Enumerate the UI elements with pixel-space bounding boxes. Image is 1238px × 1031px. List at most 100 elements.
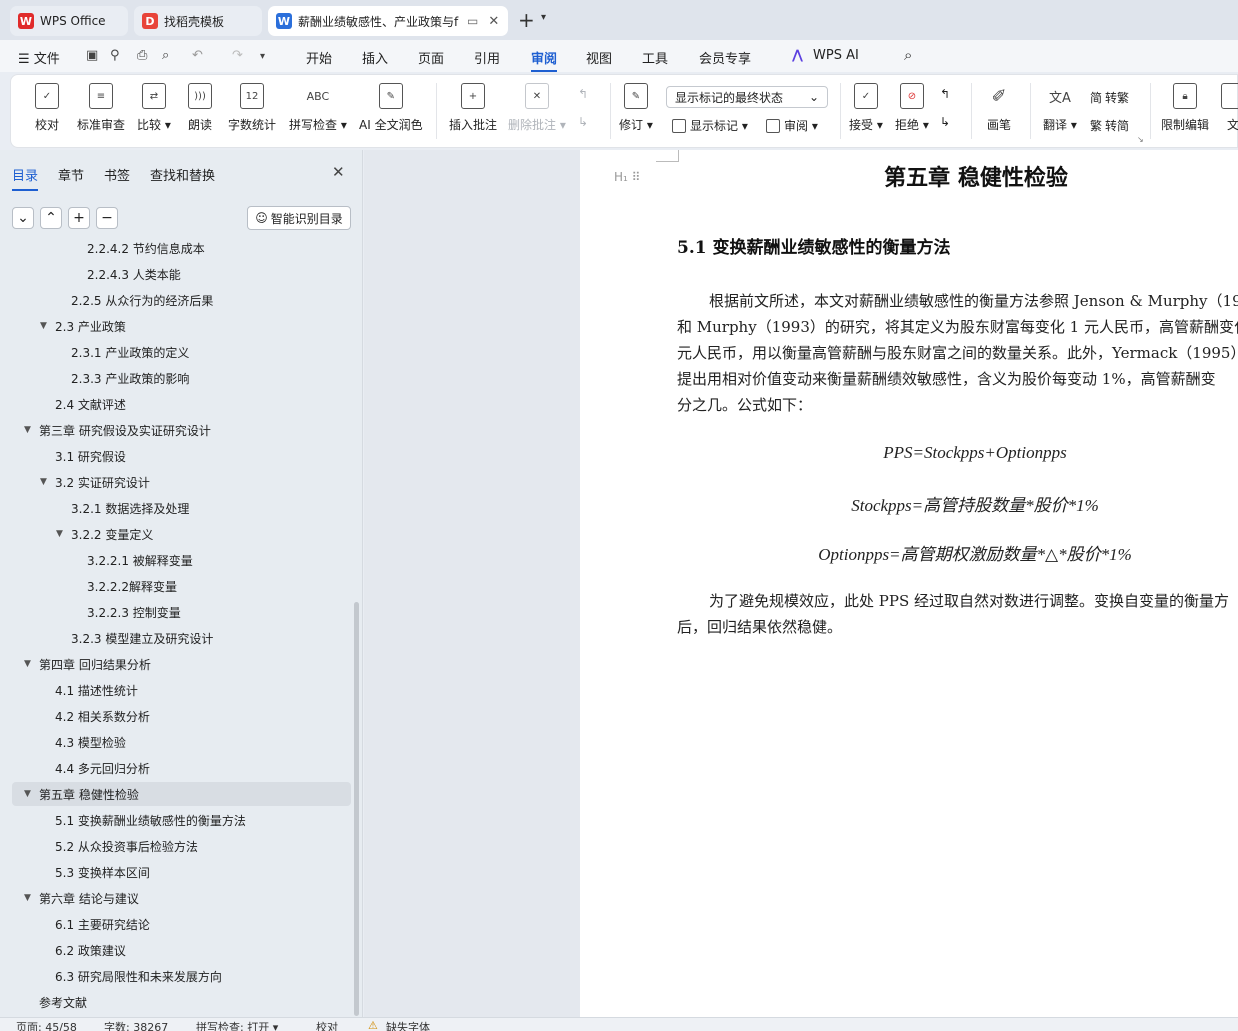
chevron-down-icon[interactable]: ▾ <box>541 12 546 23</box>
to-simplified-button[interactable]: 繁转简 <box>1090 117 1129 134</box>
tab-find-replace[interactable]: 查找和替换 <box>150 165 215 184</box>
next-comment-icon[interactable]: ↳ <box>578 115 588 129</box>
word-count-button[interactable]: 12 字数统计 <box>228 83 276 133</box>
expand-triangle-icon[interactable]: ▼ <box>40 321 47 331</box>
toc-item[interactable]: 6.2 政策建议 <box>0 938 350 962</box>
toc-item[interactable]: ▼ 第四章 回归结果分析 <box>0 652 350 676</box>
toc-item[interactable]: ▼ 第三章 研究假设及实证研究设计 <box>0 418 350 442</box>
close-icon[interactable]: ✕ <box>488 14 499 29</box>
menu-view[interactable]: 视图 <box>586 48 612 67</box>
toc-item[interactable]: ▼ 2.3 产业政策 <box>0 314 350 338</box>
word-count-indicator[interactable]: 字数: 38267 <box>104 1019 168 1031</box>
toc-item[interactable]: 4.4 多元回归分析 <box>0 756 350 780</box>
toc-item[interactable]: 4.2 相关系数分析 <box>0 704 350 728</box>
expand-triangle-icon[interactable]: ▼ <box>24 893 31 903</box>
toc-item[interactable]: 3.2.2.1 被解释变量 <box>0 548 350 572</box>
prev-comment-icon[interactable]: ↰ <box>578 87 588 101</box>
toc-item[interactable]: 3.2.2.3 控制变量 <box>0 600 350 624</box>
pen-button[interactable]: ✐ 画笔 <box>987 83 1011 133</box>
read-aloud-button[interactable]: ))) 朗读 <box>188 83 212 133</box>
toc-item[interactable]: 2.3.3 产业政策的影响 <box>0 366 350 390</box>
add-heading-button[interactable]: + <box>68 207 90 229</box>
menu-page[interactable]: 页面 <box>418 48 444 67</box>
spell-check-indicator[interactable]: 拼写检查: 打开 ▾ <box>196 1019 278 1031</box>
restrict-edit-button[interactable]: 🔒︎ 限制编辑 <box>1161 83 1209 133</box>
toc-item[interactable]: 4.1 描述性统计 <box>0 678 350 702</box>
accept-button[interactable]: ✓ 接受 ▾ <box>849 83 883 133</box>
toc-item[interactable]: 2.2.4.2 节约信息成本 <box>0 236 350 260</box>
expand-triangle-icon[interactable]: ▼ <box>24 659 31 669</box>
menu-reference[interactable]: 引用 <box>474 48 500 67</box>
expand-icon[interactable]: ↘ <box>1137 135 1144 144</box>
toc-item[interactable]: 3.2.1 数据选择及处理 <box>0 496 350 520</box>
screen-icon[interactable]: ▭ <box>467 14 478 28</box>
wps-ai-menu[interactable]: WPS AI <box>813 48 859 63</box>
menu-start[interactable]: 开始 <box>306 48 332 67</box>
to-traditional-button[interactable]: 简转繁 <box>1090 89 1129 106</box>
chevron-down-icon[interactable]: ▾ <box>260 51 265 62</box>
expand-all-button[interactable]: ⌄ <box>12 207 34 229</box>
page-indicator[interactable]: 页面: 45/58 <box>16 1019 77 1031</box>
toc-item[interactable]: ▼ 3.2 实证研究设计 <box>0 470 350 494</box>
toc-item[interactable]: 参考文献 <box>0 990 350 1014</box>
menu-insert[interactable]: 插入 <box>362 48 388 67</box>
collapse-button[interactable]: ⌃ <box>40 207 62 229</box>
toc-item[interactable]: ▼ 3.2.2 变量定义 <box>0 522 350 546</box>
ai-polish-button[interactable]: ✎ AI 全文润色 <box>359 83 423 133</box>
doc-more-button[interactable]: 文 <box>1221 83 1238 133</box>
print-preview-icon[interactable]: ⌕ <box>162 48 169 63</box>
show-markup-button[interactable]: 显示标记 ▾ <box>672 117 748 134</box>
toc-item[interactable]: ▼ 第五章 稳健性检验 <box>12 782 351 806</box>
undo-icon[interactable]: ↶ <box>192 48 203 63</box>
tab-docer[interactable]: D 找稻壳模板 <box>134 6 262 36</box>
document-page[interactable] <box>580 150 1238 1017</box>
share-icon[interactable]: ⚲ <box>110 48 120 63</box>
delete-comment-button[interactable]: ✕ 删除批注 ▾ <box>508 83 566 133</box>
remove-heading-button[interactable]: − <box>96 207 118 229</box>
toc-item[interactable]: 5.2 从众投资事后检验方法 <box>0 834 350 858</box>
expand-triangle-icon[interactable]: ▼ <box>24 789 31 799</box>
tab-document[interactable]: W 薪酬业绩敏感性、产业政策与f ▭ ✕ <box>268 6 508 36</box>
toc-item[interactable]: 3.1 研究假设 <box>0 444 350 468</box>
print-icon[interactable]: ⎙ <box>137 48 147 63</box>
toc-item[interactable]: 2.2.5 从众行为的经济后果 <box>0 288 350 312</box>
markup-select[interactable]: 显示标记的最终状态 ⌄ <box>666 86 828 108</box>
missing-font-indicator[interactable]: 缺失字体 <box>386 1019 430 1031</box>
review-pane-button[interactable]: 审阅 ▾ <box>766 117 818 134</box>
file-menu[interactable]: ☰ 文件 <box>18 48 60 67</box>
toc-item[interactable]: 5.1 变换薪酬业绩敏感性的衡量方法 <box>0 808 350 832</box>
search-icon[interactable]: ⌕ <box>904 46 912 64</box>
next-change-icon[interactable]: ↳ <box>940 115 950 129</box>
tab-chapters[interactable]: 章节 <box>58 165 84 184</box>
expand-triangle-icon[interactable]: ▼ <box>24 425 31 435</box>
smart-toc-button[interactable]: ☺ 智能识别目录 <box>247 206 351 230</box>
insert-comment-button[interactable]: + 插入批注 <box>449 83 497 133</box>
save-icon[interactable]: ▣ <box>86 48 98 63</box>
toc-item[interactable]: 2.3.1 产业政策的定义 <box>0 340 350 364</box>
scrollbar[interactable] <box>354 602 359 1016</box>
new-tab-icon[interactable]: + <box>518 8 535 32</box>
tab-wps-office[interactable]: W WPS Office <box>10 6 128 36</box>
toc-item[interactable]: 4.3 模型检验 <box>0 730 350 754</box>
toc-item[interactable]: 2.4 文献评述 <box>0 392 350 416</box>
prev-change-icon[interactable]: ↰ <box>940 87 950 101</box>
expand-triangle-icon[interactable]: ▼ <box>56 529 63 539</box>
tab-toc[interactable]: 目录 <box>12 165 39 191</box>
toc-item[interactable]: 3.2.3 模型建立及研究设计 <box>0 626 350 650</box>
expand-triangle-icon[interactable]: ▼ <box>40 477 47 487</box>
menu-member[interactable]: 会员专享 <box>699 48 751 67</box>
compare-button[interactable]: ⇄ 比较 ▾ <box>137 83 171 133</box>
redo-icon[interactable]: ↷ <box>232 48 243 63</box>
toc-item[interactable]: 6.3 研究局限性和未来发展方向 <box>0 964 350 988</box>
menu-tools[interactable]: 工具 <box>642 48 668 67</box>
proof-indicator[interactable]: 校对 <box>316 1019 338 1031</box>
standard-review-button[interactable]: ≡ 标准审查 <box>77 83 125 133</box>
menu-review[interactable]: 审阅 <box>531 48 558 72</box>
toc-item[interactable]: 5.3 变换样本区间 <box>0 860 350 884</box>
translate-button[interactable]: 文A 翻译 ▾ <box>1043 83 1077 133</box>
proof-button[interactable]: ✓ 校对 <box>35 83 59 133</box>
close-pane-icon[interactable]: ✕ <box>332 163 345 181</box>
toc-item[interactable]: ▼ 第六章 结论与建议 <box>0 886 350 910</box>
toc-item[interactable]: 3.2.2.2解释变量 <box>0 574 350 598</box>
spell-check-button[interactable]: ABC 拼写检查 ▾ <box>289 83 347 133</box>
